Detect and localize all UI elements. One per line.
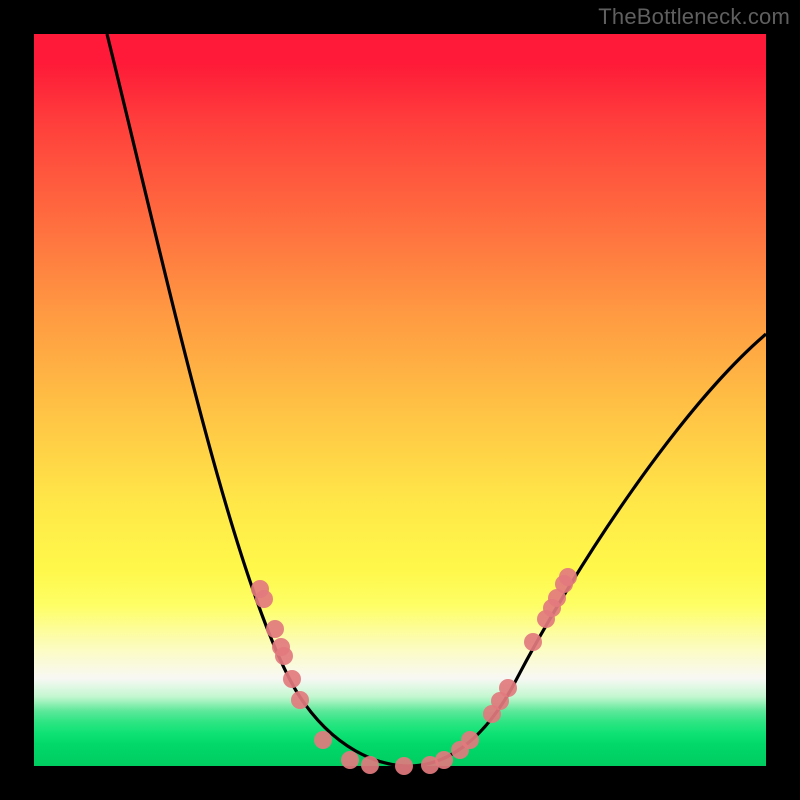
data-marker [291, 691, 309, 709]
data-marker [341, 751, 359, 769]
data-marker [461, 731, 479, 749]
data-marker [266, 620, 284, 638]
data-marker [255, 590, 273, 608]
bottleneck-curve [107, 34, 766, 766]
data-marker [361, 756, 379, 774]
data-marker [524, 633, 542, 651]
data-markers [251, 568, 577, 775]
data-marker [275, 647, 293, 665]
data-marker [314, 731, 332, 749]
data-marker [559, 568, 577, 586]
data-marker [499, 679, 517, 697]
data-marker [435, 751, 453, 769]
watermark-text: TheBottleneck.com [598, 4, 790, 30]
plot-area [34, 34, 766, 766]
data-marker [283, 670, 301, 688]
curve-layer [34, 34, 766, 766]
chart-frame: TheBottleneck.com [0, 0, 800, 800]
data-marker [395, 757, 413, 775]
